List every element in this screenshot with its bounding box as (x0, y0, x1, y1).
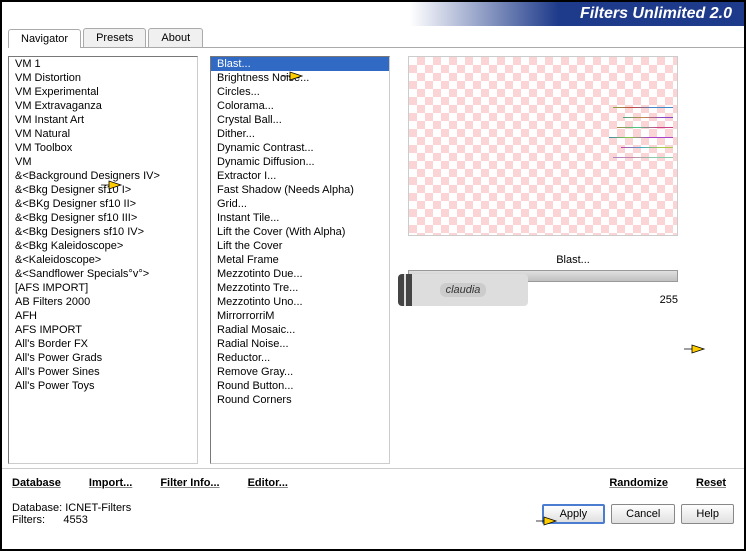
list-item[interactable]: Brightness Noise... (211, 71, 389, 85)
title-bar: Filters Unlimited 2.0 (2, 2, 744, 26)
list-item[interactable]: Lift the Cover (With Alpha) (211, 225, 389, 239)
list-item[interactable]: &<Kaleidoscope> (9, 253, 197, 267)
list-item[interactable]: Reductor... (211, 351, 389, 365)
list-item[interactable]: Mezzotinto Tre... (211, 281, 389, 295)
list-item[interactable]: Metal Frame (211, 253, 389, 267)
list-item[interactable]: Lift the Cover (211, 239, 389, 253)
param-value[interactable]: 255 (648, 294, 678, 306)
reset-link[interactable]: Reset (696, 477, 726, 489)
list-item[interactable]: &<Bkg Kaleidoscope> (9, 239, 197, 253)
list-item[interactable]: Grid... (211, 197, 389, 211)
list-item[interactable]: All's Power Grads (9, 351, 197, 365)
status-db: Database: ICNET-Filters Filters: 4553 (12, 502, 131, 526)
link-row: Database Import... Filter Info... Editor… (2, 468, 744, 496)
apply-button[interactable]: Apply (542, 504, 606, 524)
list-item[interactable]: Remove Gray... (211, 365, 389, 379)
list-item[interactable]: VM Instant Art (9, 113, 197, 127)
tab-presets[interactable]: Presets (83, 28, 146, 47)
category-list[interactable]: VM 1VM DistortionVM ExperimentalVM Extra… (8, 56, 198, 464)
list-item[interactable]: Colorama... (211, 99, 389, 113)
list-item[interactable]: Circles... (211, 85, 389, 99)
list-item[interactable]: VM Natural (9, 127, 197, 141)
list-item[interactable]: VM 1 (9, 57, 197, 71)
cancel-button[interactable]: Cancel (611, 504, 675, 524)
preview-content (473, 97, 673, 197)
list-item[interactable]: Round Corners (211, 393, 389, 407)
preview-image (408, 56, 678, 236)
list-item[interactable]: AB Filters 2000 (9, 295, 197, 309)
help-button[interactable]: Help (681, 504, 734, 524)
watermark: claudia (398, 274, 528, 306)
app-title: Filters Unlimited 2.0 (580, 5, 732, 23)
list-item[interactable]: VM Experimental (9, 85, 197, 99)
list-item[interactable]: [AFS IMPORT] (9, 281, 197, 295)
tabs: Navigator Presets About (8, 28, 744, 48)
list-item[interactable]: VM Distortion (9, 71, 197, 85)
list-item[interactable]: All's Power Sines (9, 365, 197, 379)
list-item[interactable]: Mezzotinto Uno... (211, 295, 389, 309)
list-item[interactable]: &<Background Designers IV> (9, 169, 197, 183)
randomize-link[interactable]: Randomize (609, 477, 668, 489)
list-item[interactable]: &<Bkg Designers sf10 IV> (9, 225, 197, 239)
list-item[interactable]: Dither... (211, 127, 389, 141)
import-link[interactable]: Import... (89, 477, 132, 489)
list-item[interactable]: Dynamic Contrast... (211, 141, 389, 155)
current-filter-label: Blast... (408, 254, 738, 266)
preview-area: Blast... Strength 255 (408, 56, 738, 468)
main-panel: VM 1VM DistortionVM ExperimentalVM Extra… (2, 48, 744, 468)
list-item[interactable]: &<BKg Designer sf10 II> (9, 197, 197, 211)
filter-list[interactable]: Blast...Brightness Noise...Circles...Col… (210, 56, 390, 464)
list-item[interactable]: All's Border FX (9, 337, 197, 351)
list-item[interactable]: Dynamic Diffusion... (211, 155, 389, 169)
list-item[interactable]: AFH (9, 309, 197, 323)
editor-link[interactable]: Editor... (248, 477, 288, 489)
list-item[interactable]: Blast... (211, 57, 389, 71)
list-item[interactable]: VM Extravaganza (9, 99, 197, 113)
status-bar: Database: ICNET-Filters Filters: 4553 Ap… (2, 496, 744, 532)
list-item[interactable]: AFS IMPORT (9, 323, 197, 337)
list-item[interactable]: Mezzotinto Due... (211, 267, 389, 281)
list-item[interactable]: &<Bkg Designer sf10 I> (9, 183, 197, 197)
list-item[interactable]: All's Power Toys (9, 379, 197, 393)
list-item[interactable]: Round Button... (211, 379, 389, 393)
list-item[interactable]: MirrorrorriM (211, 309, 389, 323)
database-link[interactable]: Database (12, 477, 61, 489)
list-item[interactable]: &<Sandflower Specials°v°> (9, 267, 197, 281)
tab-about[interactable]: About (148, 28, 203, 47)
list-item[interactable]: Radial Mosaic... (211, 323, 389, 337)
list-item[interactable]: VM Toolbox (9, 141, 197, 155)
list-item[interactable]: Instant Tile... (211, 211, 389, 225)
filter-info-link[interactable]: Filter Info... (160, 477, 219, 489)
list-item[interactable]: Extractor I... (211, 169, 389, 183)
list-item[interactable]: Radial Noise... (211, 337, 389, 351)
list-item[interactable]: &<Bkg Designer sf10 III> (9, 211, 197, 225)
list-item[interactable]: Fast Shadow (Needs Alpha) (211, 183, 389, 197)
tab-navigator[interactable]: Navigator (8, 29, 81, 48)
list-item[interactable]: Crystal Ball... (211, 113, 389, 127)
list-item[interactable]: VM (9, 155, 197, 169)
